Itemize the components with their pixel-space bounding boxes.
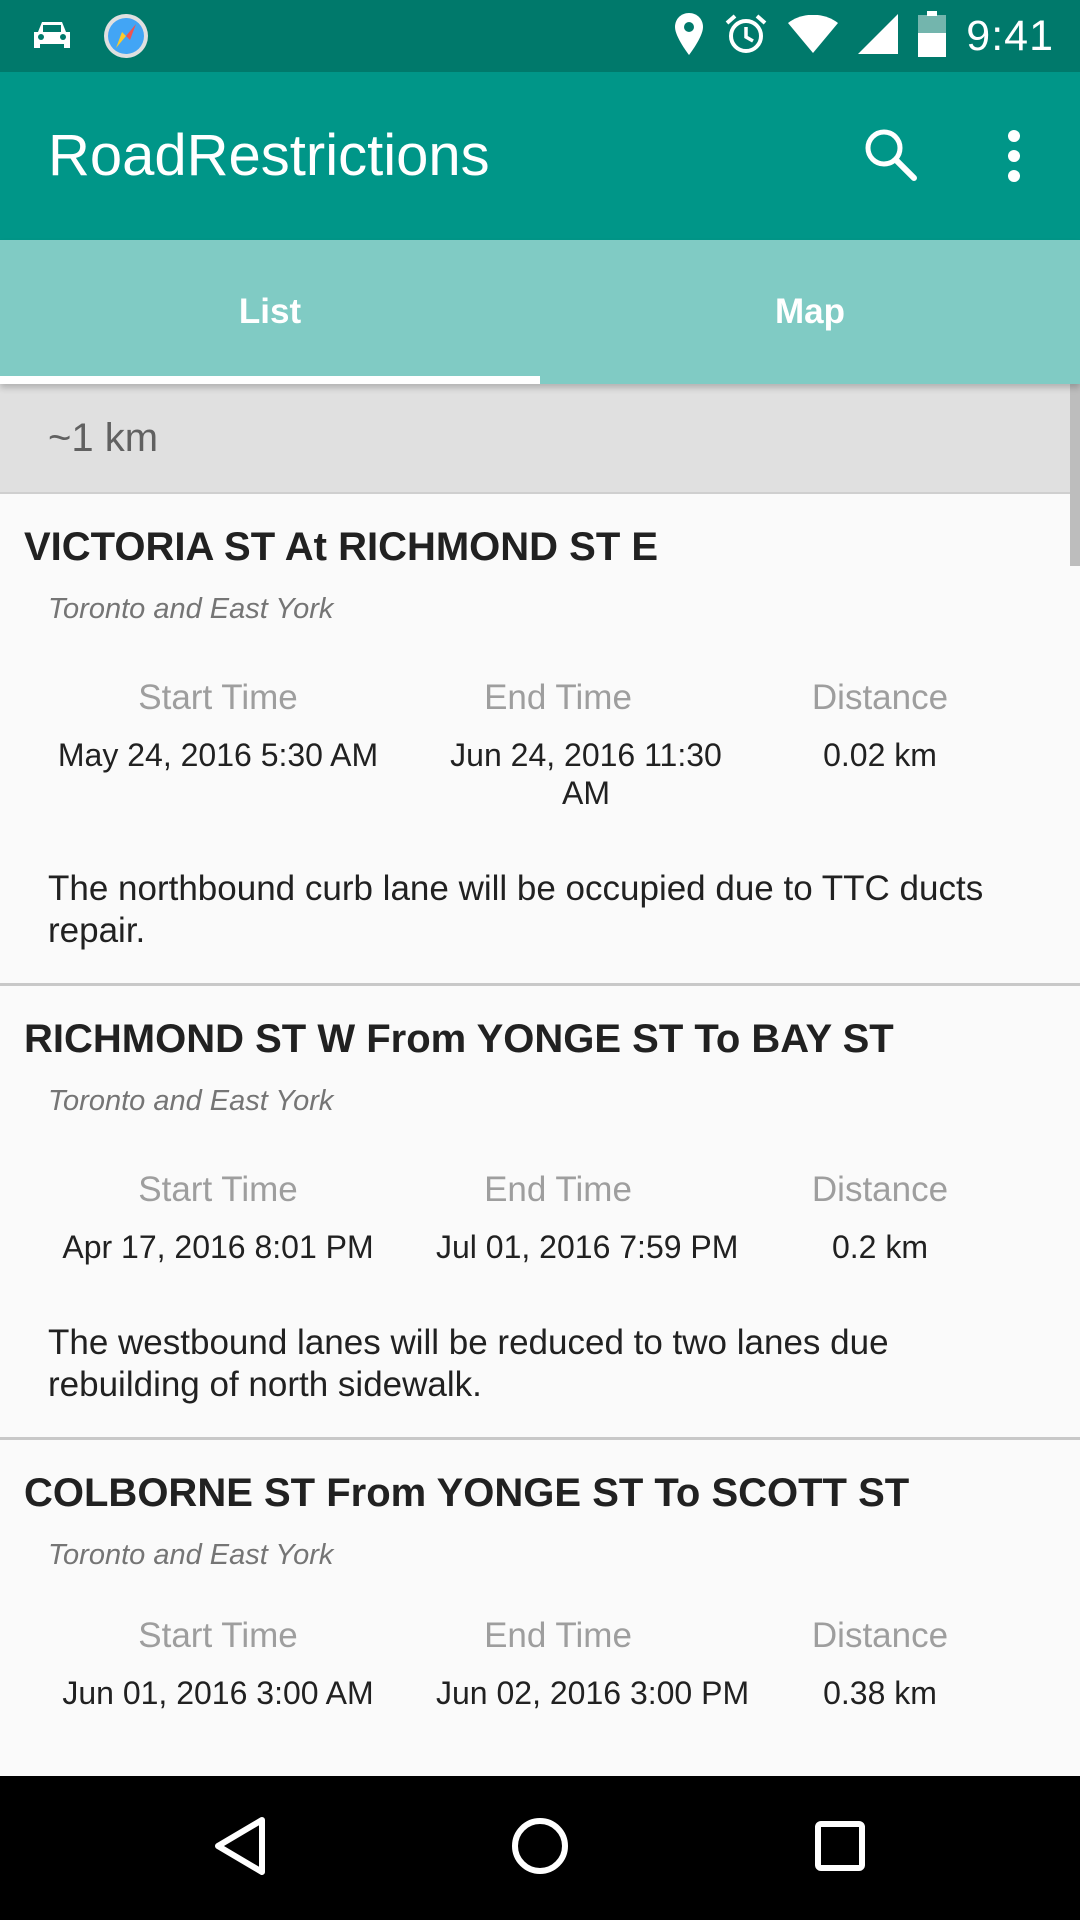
search-icon xyxy=(862,126,918,187)
distance-label: Distance xyxy=(811,1616,949,1655)
recents-icon xyxy=(814,1820,866,1877)
card-meta: Start Time Apr 17, 2016 8:01 PM End Time… xyxy=(0,1170,1080,1266)
start-time-column: Start Time May 24, 2016 5:30 AM xyxy=(0,678,436,812)
distance-value: 0.2 km xyxy=(831,1229,929,1265)
card-title: RICHMOND ST W From YONGE ST To BAY ST xyxy=(24,1017,894,1061)
location-icon xyxy=(674,12,704,60)
end-time-label: End Time xyxy=(484,1170,632,1209)
distance-column: Distance 0.38 km xyxy=(680,1616,1080,1712)
card-region: Toronto and East York xyxy=(48,1539,334,1571)
tab-map[interactable]: Map xyxy=(540,240,1080,384)
back-icon xyxy=(212,1816,268,1881)
end-time-column: End Time Jun 02, 2016 3:00 PM xyxy=(436,1616,750,1712)
end-time-column: End Time Jul 01, 2016 7:59 PM xyxy=(436,1170,739,1266)
home-button[interactable] xyxy=(500,1808,580,1888)
card-description: The northbound curb lane will be occupie… xyxy=(48,869,984,950)
start-time-value: May 24, 2016 5:30 AM xyxy=(57,737,379,773)
tab-indicator xyxy=(0,376,540,384)
status-time: 9:41 xyxy=(966,11,1054,60)
distance-label: Distance xyxy=(811,678,949,717)
search-button[interactable] xyxy=(854,120,926,192)
card-title: COLBORNE ST From YONGE ST To SCOTT ST xyxy=(24,1471,910,1515)
distance-value: 0.02 km xyxy=(823,737,937,773)
restriction-card[interactable]: COLBORNE ST From YONGE ST To SCOTT ST To… xyxy=(0,1440,1080,1776)
restrictions-list[interactable]: ~1 km VICTORIA ST At RICHMOND ST E Toron… xyxy=(0,384,1080,1776)
restriction-card[interactable]: VICTORIA ST At RICHMOND ST E Toronto and… xyxy=(0,494,1080,986)
more-vert-icon xyxy=(1006,129,1022,187)
start-time-column: Start Time Apr 17, 2016 8:01 PM xyxy=(0,1170,436,1266)
tab-list[interactable]: List xyxy=(0,240,540,384)
start-time-column: Start Time Jun 01, 2016 3:00 AM xyxy=(0,1616,436,1712)
back-button[interactable] xyxy=(200,1808,280,1888)
card-region: Toronto and East York xyxy=(48,1085,334,1117)
start-time-value: Apr 17, 2016 8:01 PM xyxy=(62,1229,374,1265)
status-bar: 9:41 xyxy=(0,0,1080,72)
cell-signal-icon xyxy=(858,13,899,59)
restriction-card[interactable]: RICHMOND ST W From YONGE ST To BAY ST To… xyxy=(0,986,1080,1440)
overflow-menu-button[interactable] xyxy=(986,122,1042,194)
end-time-label: End Time xyxy=(484,678,632,717)
card-meta: Start Time May 24, 2016 5:30 AM End Time… xyxy=(0,678,1080,812)
compass-icon xyxy=(102,12,150,65)
section-header: ~1 km xyxy=(0,384,1080,494)
card-description: The westbound lanes will be reduced to t… xyxy=(48,1323,889,1404)
alarm-icon xyxy=(724,12,768,61)
start-time-label: Start Time xyxy=(138,678,298,717)
recents-button[interactable] xyxy=(800,1808,880,1888)
app-bar: RoadRestrictions xyxy=(0,72,1080,240)
scrollbar-thumb[interactable] xyxy=(1070,384,1080,566)
start-time-value: Jun 01, 2016 3:00 AM xyxy=(62,1675,374,1711)
distance-value: 0.38 km xyxy=(823,1675,937,1711)
distance-column: Distance 0.02 km xyxy=(680,678,1080,812)
end-time-label: End Time xyxy=(484,1616,632,1655)
home-icon xyxy=(510,1816,570,1881)
status-right-icons: 9:41 xyxy=(674,10,1054,62)
wifi-icon xyxy=(788,14,839,58)
tab-bar: List Map xyxy=(0,240,1080,384)
distance-label: Distance xyxy=(811,1170,949,1209)
end-time-column: End Time Jun 24, 2016 11:30 AM xyxy=(436,678,722,812)
battery-icon xyxy=(918,10,947,62)
car-icon xyxy=(30,18,74,59)
start-time-label: Start Time xyxy=(138,1170,298,1209)
card-region: Toronto and East York xyxy=(48,593,334,625)
card-meta: Start Time Jun 01, 2016 3:00 AM End Time… xyxy=(0,1616,1080,1712)
end-time-value: Jun 02, 2016 3:00 PM xyxy=(436,1675,750,1711)
distance-column: Distance 0.2 km xyxy=(680,1170,1080,1266)
start-time-label: Start Time xyxy=(138,1616,298,1655)
end-time-value: Jul 01, 2016 7:59 PM xyxy=(436,1229,739,1265)
status-left-icons xyxy=(30,12,150,65)
app-title: RoadRestrictions xyxy=(48,123,490,188)
system-nav-bar xyxy=(0,1776,1080,1920)
card-title: VICTORIA ST At RICHMOND ST E xyxy=(24,525,659,569)
